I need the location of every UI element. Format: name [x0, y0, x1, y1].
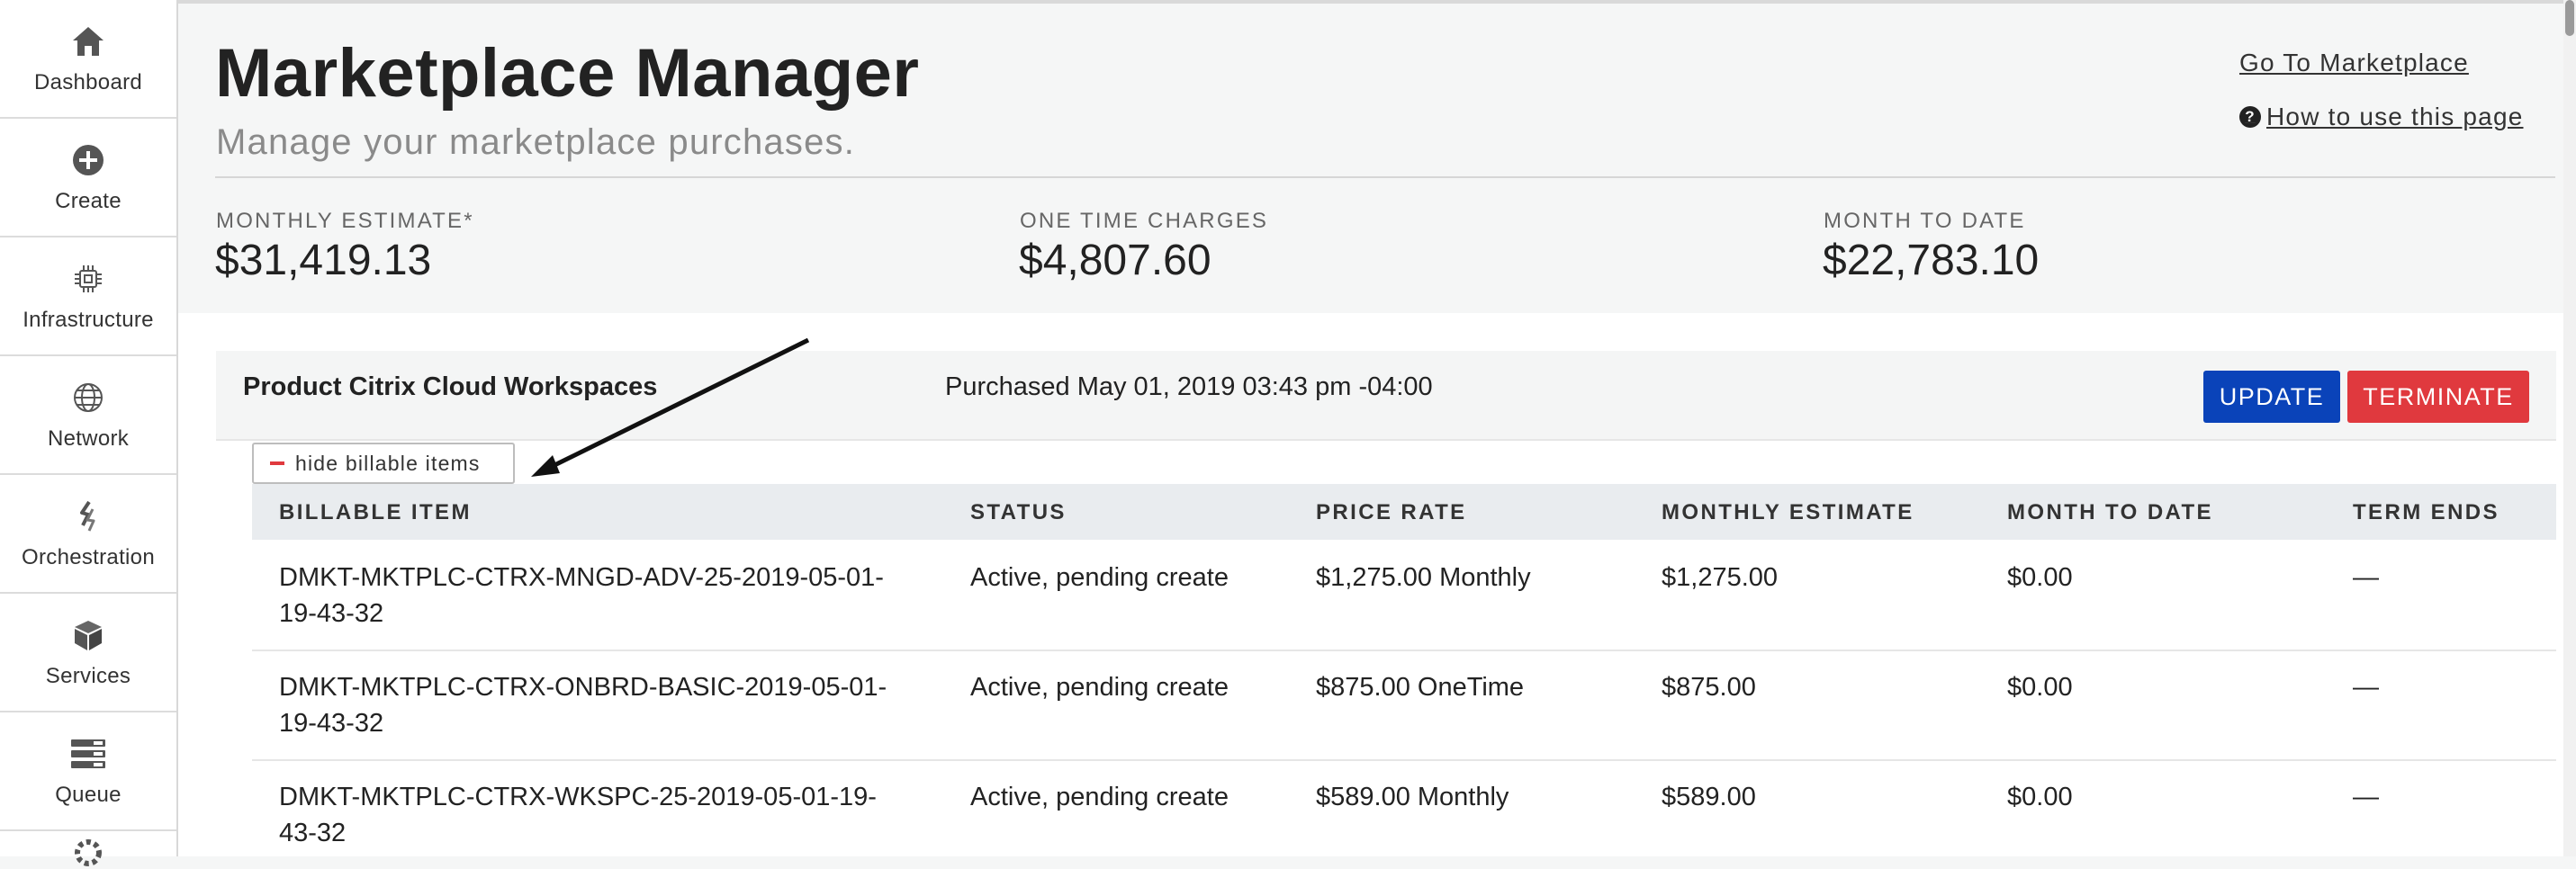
one-time-charges-label: ONE TIME CHARGES [1020, 209, 1269, 233]
sidebar-item-queue[interactable]: Queue [0, 712, 176, 831]
scrollbar-thumb[interactable] [2565, 0, 2574, 36]
billable-item-name: DMKT-MKTPLC-CTRX-ONBRD-BASIC-2019-05-01-… [279, 669, 887, 741]
sidebar-item-orchestration[interactable]: Orchestration [0, 475, 176, 594]
hide-billable-items-label: hide billable items [295, 451, 481, 475]
gear-icon [68, 837, 108, 869]
column-term-ends: TERM ENDS [2353, 500, 2499, 524]
sidebar-item-label: Infrastructure [23, 308, 154, 332]
page-subtitle: Manage your marketplace purchases. [216, 122, 856, 162]
month-to-date-cell: $0.00 [2007, 563, 2073, 592]
question-circle-icon: ? [2239, 106, 2261, 128]
how-to-use-label: How to use this page [2266, 103, 2524, 130]
billable-item-name: DMKT-MKTPLC-CTRX-MNGD-ADV-25-2019-05-01-… [279, 560, 884, 632]
sidebar-item-dashboard[interactable]: Dashboard [0, 0, 176, 119]
sidebar-item-label: Queue [55, 783, 122, 807]
status-cell: Active, pending create [970, 783, 1229, 811]
queue-icon [68, 734, 108, 774]
sidebar-item-infrastructure[interactable]: Infrastructure [0, 237, 176, 356]
sidebar-item-label: Services [45, 664, 131, 688]
term-ends-cell: — [2353, 563, 2379, 592]
price-rate-cell: $875.00 OneTime [1316, 673, 1525, 702]
sidebar: Dashboard Create Infrastructure Network [0, 0, 178, 866]
item-line: DMKT-MKTPLC-CTRX-MNGD-ADV-25-2019-05-01- [279, 563, 884, 592]
hide-billable-items-button[interactable]: hide billable items [252, 443, 515, 484]
chip-icon [68, 259, 108, 299]
month-to-date-cell: $0.00 [2007, 783, 2073, 811]
sidebar-item-services[interactable]: Services [0, 594, 176, 712]
item-line: 19-43-32 [279, 709, 384, 738]
globe-icon [68, 378, 108, 417]
monthly-estimate-label: MONTHLY ESTIMATE* [216, 209, 474, 233]
monthly-estimate-cell: $1,275.00 [1662, 563, 1779, 592]
column-month-to-date: MONTH TO DATE [2007, 500, 2213, 524]
monthly-estimate-cell: $875.00 [1662, 673, 1756, 702]
update-button[interactable]: UPDATE [2203, 371, 2340, 423]
top-border [178, 0, 2576, 4]
price-rate-cell: $589.00 Monthly [1316, 783, 1509, 811]
price-rate-cell: $1,275.00 Monthly [1316, 563, 1531, 592]
status-cell: Active, pending create [970, 563, 1229, 592]
term-ends-cell: — [2353, 673, 2379, 702]
column-price-rate: PRICE RATE [1316, 500, 1467, 524]
item-line: 43-32 [279, 819, 347, 847]
minus-icon [270, 461, 284, 465]
cube-icon [68, 615, 108, 655]
how-to-use-link[interactable]: ? How to use this page [2239, 103, 2524, 131]
month-to-date-label: MONTH TO DATE [1824, 209, 2026, 233]
monthly-estimate-cell: $589.00 [1662, 783, 1756, 811]
item-line: DMKT-MKTPLC-CTRX-WKSPC-25-2019-05-01-19- [279, 783, 877, 811]
column-billable-item: BILLABLE ITEM [279, 500, 472, 524]
sidebar-item-label: Network [47, 426, 130, 451]
sidebar-item-network[interactable]: Network [0, 356, 176, 475]
billable-item-name: DMKT-MKTPLC-CTRX-WKSPC-25-2019-05-01-19-… [279, 779, 877, 851]
page-title: Marketplace Manager [215, 35, 920, 112]
plus-circle-icon [68, 140, 108, 180]
month-to-date-cell: $0.00 [2007, 673, 2073, 702]
monthly-estimate-value: $31,419.13 [215, 237, 432, 284]
vertical-scrollbar[interactable] [2563, 0, 2576, 856]
sidebar-item-label: Orchestration [22, 545, 155, 569]
annotation-arrow [531, 337, 810, 477]
home-icon [68, 22, 108, 61]
term-ends-cell: — [2353, 783, 2379, 811]
purchase-date: Purchased May 01, 2019 03:43 pm -04:00 [945, 372, 1433, 401]
sidebar-item-label: Create [55, 189, 122, 213]
one-time-charges-value: $4,807.60 [1019, 237, 1211, 284]
month-to-date-value: $22,783.10 [1823, 237, 2040, 284]
status-cell: Active, pending create [970, 673, 1229, 702]
item-line: DMKT-MKTPLC-CTRX-ONBRD-BASIC-2019-05-01- [279, 673, 887, 702]
sidebar-item-more[interactable] [0, 831, 176, 867]
terminate-button[interactable]: TERMINATE [2347, 371, 2529, 423]
column-monthly-estimate: MONTHLY ESTIMATE [1662, 500, 1914, 524]
item-line: 19-43-32 [279, 599, 384, 628]
orchestration-icon [68, 497, 108, 536]
column-status: STATUS [970, 500, 1067, 524]
header-divider [215, 176, 2555, 178]
row-divider [252, 650, 2556, 651]
row-divider [252, 759, 2556, 761]
sidebar-item-create[interactable]: Create [0, 119, 176, 237]
go-to-marketplace-link[interactable]: Go To Marketplace [2239, 49, 2469, 77]
sidebar-item-label: Dashboard [33, 70, 143, 94]
